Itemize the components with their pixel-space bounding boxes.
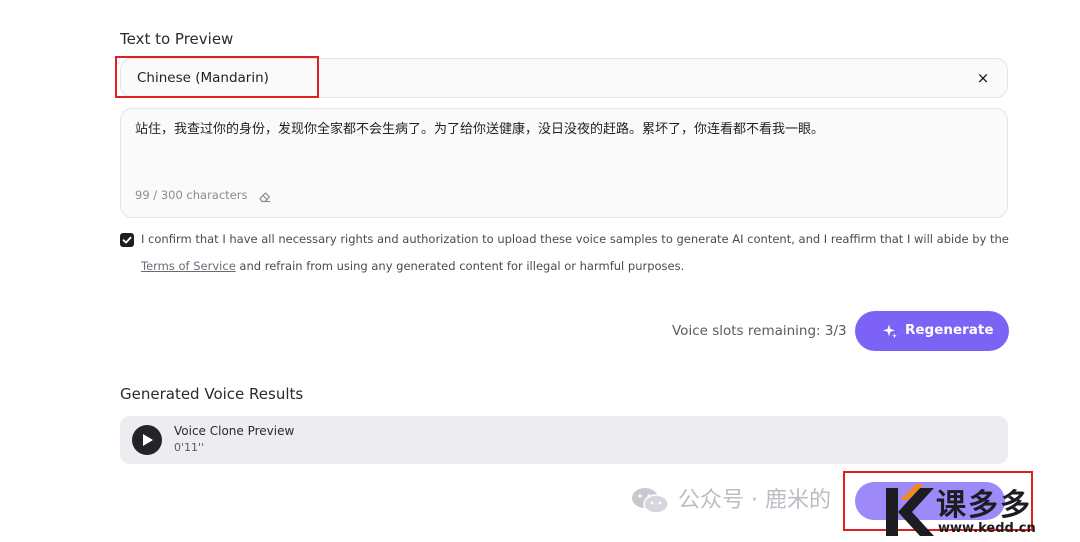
voice-result-title: Voice Clone Preview — [174, 424, 295, 438]
sparkle-icon — [883, 324, 897, 339]
wechat-icon — [632, 488, 669, 514]
voice-slots-remaining: Voice slots remaining: 3/3 — [672, 323, 847, 339]
kedd-logo-icon — [886, 484, 934, 536]
voice-result-duration: 0'11'' — [174, 441, 205, 454]
language-value: Chinese (Mandarin) — [137, 70, 269, 86]
voice-result-item[interactable]: Voice Clone Preview 0'11'' — [120, 416, 1008, 464]
consent-text-rest: and refrain from using any generated con… — [235, 259, 685, 273]
text-to-preview-title: Text to Preview — [120, 30, 234, 48]
regenerate-button[interactable]: Regenerate — [855, 311, 1009, 351]
consent-text-line1: I confirm that I have all necessary righ… — [141, 232, 1009, 246]
watermark-wechat-text: 公众号 · 鹿米的 — [678, 488, 831, 513]
terms-of-service-link[interactable]: Terms of Service — [141, 259, 236, 273]
consent-text-line2: Terms of Service and refrain from using … — [141, 259, 684, 273]
check-icon — [122, 236, 132, 244]
language-select[interactable]: Chinese (Mandarin) × — [120, 58, 1008, 98]
watermark-kedd-url: www.kedd.cn — [938, 521, 1036, 536]
play-button[interactable] — [132, 425, 162, 455]
generated-results-title: Generated Voice Results — [120, 385, 304, 403]
confirm-checkbox[interactable] — [120, 233, 134, 247]
watermark-kedd-logo: 课多多 www.kedd.cn — [878, 478, 1078, 540]
watermark-wechat: 公众号 · 鹿米的 — [630, 482, 831, 516]
preview-text-content: 站住，我查过你的身份，发现你全家都不会生病了。为了给你送健康，没日没夜的赶路。累… — [135, 122, 825, 137]
regenerate-label: Regenerate — [905, 322, 994, 338]
preview-text-input[interactable]: 站住，我查过你的身份，发现你全家都不会生病了。为了给你送健康，没日没夜的赶路。累… — [120, 108, 1008, 218]
voice-clone-page: Text to Preview Chinese (Mandarin) × 站住，… — [0, 0, 1080, 542]
play-icon — [143, 434, 153, 446]
character-count: 99 / 300 characters — [135, 188, 248, 202]
eraser-icon[interactable] — [258, 189, 272, 203]
watermark-kedd-text: 课多多 — [936, 488, 1032, 523]
close-icon[interactable]: × — [973, 67, 993, 89]
